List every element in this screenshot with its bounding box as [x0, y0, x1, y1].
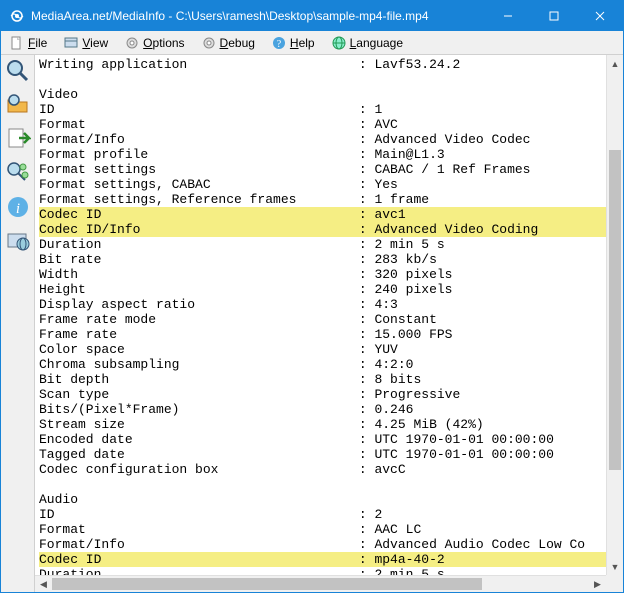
- close-button[interactable]: [577, 1, 623, 31]
- options-icon: [124, 35, 140, 51]
- info-row: Scan type : Progressive: [39, 387, 623, 402]
- info-row: Codec ID : avc1: [39, 207, 623, 222]
- info-row: Tagged date : UTC 1970-01-01 00:00:00: [39, 447, 623, 462]
- vertical-scroll-thumb[interactable]: [609, 150, 621, 470]
- info-row: Audio: [39, 492, 623, 507]
- info-row: Color space : YUV: [39, 342, 623, 357]
- info-row: Writing application : Lavf53.24.2: [39, 57, 623, 72]
- info-row: Encoded date : UTC 1970-01-01 00:00:00: [39, 432, 623, 447]
- window-titlebar: MediaArea.net/MediaInfo - C:\Users\rames…: [1, 1, 623, 31]
- scroll-right-arrow-icon[interactable]: ▶: [589, 576, 606, 592]
- info-row: [39, 72, 623, 87]
- info-row: Format/Info : Advanced Video Codec: [39, 132, 623, 147]
- info-row: Frame rate : 15.000 FPS: [39, 327, 623, 342]
- menu-debug[interactable]: Debug: [197, 33, 259, 53]
- vertical-scrollbar[interactable]: ▲ ▼: [606, 55, 623, 575]
- info-row: Format settings : CABAC / 1 Ref Frames: [39, 162, 623, 177]
- menu-options-label: Options: [143, 36, 184, 50]
- menu-file-label: File: [28, 36, 47, 50]
- info-row: Codec ID : mp4a-40-2: [39, 552, 623, 567]
- info-row: [39, 477, 623, 492]
- info-row: Format settings, Reference frames : 1 fr…: [39, 192, 623, 207]
- info-row: Chroma subsampling : 4:2:0: [39, 357, 623, 372]
- horizontal-scroll-thumb[interactable]: [52, 578, 482, 590]
- info-row: Bits/(Pixel*Frame) : 0.246: [39, 402, 623, 417]
- scroll-up-arrow-icon[interactable]: ▲: [607, 55, 623, 72]
- info-row: Format profile : Main@L1.3: [39, 147, 623, 162]
- sidebar-open-file-button[interactable]: [4, 57, 32, 85]
- menubar: File View Options Debug ? Help Language: [1, 31, 623, 55]
- debug-icon: [201, 35, 217, 51]
- info-row: Stream size : 4.25 MiB (42%): [39, 417, 623, 432]
- maximize-button[interactable]: [531, 1, 577, 31]
- info-row: Format settings, CABAC : Yes: [39, 177, 623, 192]
- help-icon: ?: [271, 35, 287, 51]
- info-row: Codec configuration box : avcC: [39, 462, 623, 477]
- window-buttons: [485, 1, 623, 31]
- svg-text:i: i: [15, 201, 19, 217]
- info-row: Height : 240 pixels: [39, 282, 623, 297]
- info-row: Format : AAC LC: [39, 522, 623, 537]
- scroll-left-arrow-icon[interactable]: ◀: [35, 576, 52, 592]
- sidebar-toolbar: i: [1, 55, 35, 592]
- info-row: Format : AVC: [39, 117, 623, 132]
- file-icon: [9, 35, 25, 51]
- menu-debug-label: Debug: [220, 36, 255, 50]
- sidebar-website-button[interactable]: [4, 227, 32, 255]
- info-row: ID : 2: [39, 507, 623, 522]
- media-info-text[interactable]: Writing application : Lavf53.24.2 VideoI…: [35, 55, 623, 592]
- window-title: MediaArea.net/MediaInfo - C:\Users\rames…: [31, 9, 485, 23]
- info-row: Display aspect ratio : 4:3: [39, 297, 623, 312]
- info-row: Codec ID/Info : Advanced Video Coding: [39, 222, 623, 237]
- sidebar-options-button[interactable]: [4, 159, 32, 187]
- info-row: Format/Info : Advanced Audio Codec Low C…: [39, 537, 623, 552]
- view-icon: [63, 35, 79, 51]
- info-row: Width : 320 pixels: [39, 267, 623, 282]
- sidebar-open-folder-button[interactable]: [4, 91, 32, 119]
- info-row: ID : 1: [39, 102, 623, 117]
- menu-language-label: Language: [350, 36, 403, 50]
- sidebar-export-button[interactable]: [4, 125, 32, 153]
- app-icon: [9, 8, 25, 24]
- scrollbar-corner: [606, 575, 623, 592]
- menu-options[interactable]: Options: [120, 33, 188, 53]
- info-row: Bit depth : 8 bits: [39, 372, 623, 387]
- minimize-button[interactable]: [485, 1, 531, 31]
- language-icon: [331, 35, 347, 51]
- sidebar-about-button[interactable]: i: [4, 193, 32, 221]
- info-row: Video: [39, 87, 623, 102]
- menu-language[interactable]: Language: [327, 33, 407, 53]
- info-row: Duration : 2 min 5 s: [39, 237, 623, 252]
- info-row: Bit rate : 283 kb/s: [39, 252, 623, 267]
- horizontal-scrollbar[interactable]: ◀ ▶: [35, 575, 606, 592]
- info-row: Frame rate mode : Constant: [39, 312, 623, 327]
- menu-view-label: View: [82, 36, 108, 50]
- scroll-down-arrow-icon[interactable]: ▼: [607, 558, 623, 575]
- menu-view[interactable]: View: [59, 33, 112, 53]
- svg-text:?: ?: [277, 39, 282, 50]
- menu-help[interactable]: ? Help: [267, 33, 319, 53]
- menu-file[interactable]: File: [5, 33, 51, 53]
- menu-help-label: Help: [290, 36, 315, 50]
